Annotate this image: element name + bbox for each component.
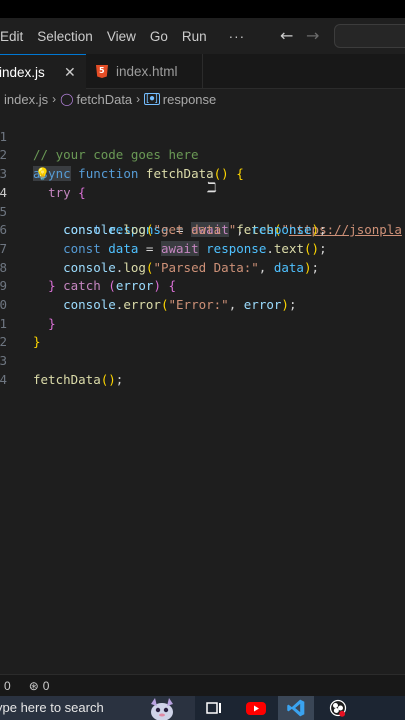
menu-more[interactable]: ··· [222, 29, 253, 44]
menu-selection[interactable]: Selection [30, 29, 100, 44]
code-line: 6 const data = await response.text(); [0, 203, 405, 256]
variable-icon: [●] [144, 93, 160, 105]
vscode-taskbar-button[interactable] [278, 696, 314, 720]
close-icon[interactable]: ✕ [64, 64, 76, 81]
broadcast-icon[interactable]: ⊛ [29, 679, 39, 693]
search-placeholder: ype here to search [0, 700, 104, 715]
tab-index-html[interactable]: 5 index.html [86, 54, 203, 89]
chevron-right-icon: › [52, 92, 57, 106]
code-line: 3 fetchData(); [0, 333, 405, 387]
line-number: 4 [0, 371, 7, 387]
tab-label: index.html [116, 64, 178, 79]
breadcrumb: index.js › ◯ fetchData › [●] response [0, 89, 405, 109]
method-cube-icon: ◯ [60, 92, 74, 106]
chevron-right-icon: › [136, 92, 141, 106]
search-mascot-icon [151, 698, 173, 720]
task-view-icon[interactable] [204, 698, 224, 718]
code-line: 2 async function fetchData() { [0, 128, 405, 182]
code-line: 1 // your code goes here [0, 109, 405, 163]
command-center-search[interactable] [334, 24, 405, 48]
menu-run[interactable]: Run [175, 29, 214, 44]
code-line: 8 } catch (error) { [0, 240, 405, 294]
breadcrumb-variable[interactable]: response [163, 92, 216, 107]
windows-taskbar: ype here to search [0, 696, 405, 720]
menu-go[interactable]: Go [143, 29, 175, 44]
lightbulb-icon[interactable]: 💡 [35, 165, 50, 184]
forward-arrow-icon[interactable]: → [306, 26, 319, 45]
code-line: 0 } [0, 277, 405, 331]
menu-view[interactable]: View [100, 29, 143, 44]
vscode-icon [287, 699, 305, 717]
ports-count[interactable]: 0 [43, 679, 50, 693]
mouse-cursor-icon: ℶ [207, 180, 217, 196]
code-line: 2 [0, 315, 405, 349]
youtube-icon[interactable] [244, 698, 268, 718]
code-line: 3 try { [0, 146, 405, 200]
back-arrow-icon[interactable]: ← [280, 26, 293, 45]
status-bar: 0 ⊛ 0 [0, 674, 405, 696]
code-line: 1 } [0, 296, 405, 350]
code-editor[interactable]: 1 // your code goes here 2 async functio… [0, 109, 405, 669]
obs-icon[interactable] [327, 698, 349, 718]
menu-edit[interactable]: Edit [0, 29, 30, 44]
breadcrumb-function[interactable]: fetchData [77, 92, 133, 107]
tab-index-js[interactable]: index.js ✕ [0, 54, 86, 89]
function-name: fetchData [33, 371, 101, 387]
code-line: 5 console.log("get data ", response); [0, 184, 405, 238]
code-line: 7 console.log("Parsed Data:", data); [0, 221, 405, 275]
top-black-strip [0, 0, 405, 18]
tab-bar: index.js ✕ 5 index.html [0, 54, 405, 89]
html5-icon: 5 [96, 65, 108, 78]
errors-count[interactable]: 0 [4, 679, 11, 693]
tab-label: index.js [0, 64, 45, 80]
breadcrumb-file[interactable]: index.js [4, 92, 48, 107]
code-line: 4 [0, 352, 405, 387]
code-line: 9 console.error("Error:", error); [0, 259, 405, 312]
code-line-current: 4 💡 const response = await fetch("https:… [0, 165, 405, 238]
